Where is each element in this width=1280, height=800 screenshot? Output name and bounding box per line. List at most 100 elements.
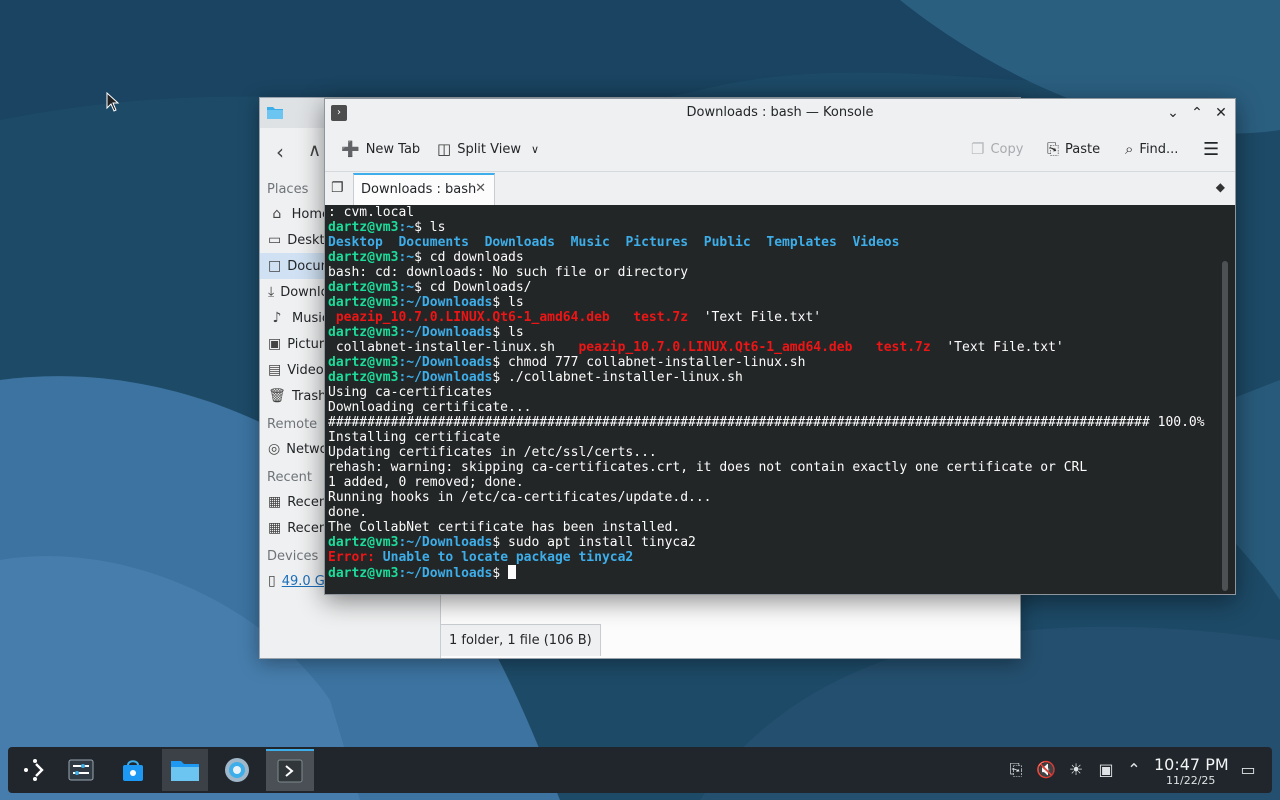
terminal-line: rehash: warning: skipping ca-certificate…: [328, 460, 1088, 475]
terminal-line: collabnet-installer-linux.sh peazip_10.7…: [335, 340, 1064, 355]
folder-icon: [267, 107, 283, 119]
paste-button[interactable]: ⎘ Paste: [1047, 136, 1100, 162]
back-arrow-icon[interactable]: ‹: [276, 140, 284, 164]
terminal-line: peazip_10.7.0.LINUX.Qt6-1_amd64.deb test…: [335, 310, 822, 325]
konsole-window[interactable]: › Downloads : bash — Konsole ⌄ ⌃ ✕ ➕ New …: [324, 98, 1236, 595]
settings-task[interactable]: [214, 749, 260, 791]
window-title: Downloads : bash — Konsole: [686, 105, 874, 120]
split-view-button[interactable]: ◫ Split View ∨: [437, 136, 539, 162]
terminal-line: Running hooks in /etc/ca-certificates/up…: [328, 490, 712, 505]
copy-button[interactable]: ❐ Copy: [971, 136, 1023, 162]
terminal-line: : cvm.local: [328, 205, 415, 220]
find-label: Find...: [1139, 141, 1179, 157]
places-item-videos[interactable]: ▤ Videos: [260, 357, 330, 383]
network-icon[interactable]: ▣: [1096, 760, 1116, 780]
new-tab-button[interactable]: ➕ New Tab: [341, 136, 420, 162]
places-item-pictures[interactable]: ▣Pictures: [260, 331, 330, 357]
volume-muted-icon[interactable]: 🔇: [1036, 760, 1056, 780]
maximize-button[interactable]: ⌃: [1187, 103, 1207, 123]
terminal-line: dartz@vm3:~/Downloads$ ls: [328, 295, 524, 310]
terminal-line: Error: Unable to locate package tinyca2: [328, 550, 634, 565]
hamburger-menu-icon: ☰: [1203, 138, 1220, 160]
places-item-network[interactable]: ◎Network: [260, 436, 330, 462]
terminal-line: ########################################…: [328, 415, 1205, 430]
recent-locations-icon: ▦: [268, 520, 282, 536]
places-item-label: 49.0 GiB Internal Drive: [281, 573, 330, 589]
terminal-line: dartz@vm3:~/Downloads$ ls: [328, 325, 524, 340]
terminal-prompt-line[interactable]: dartz@vm3:~/Downloads$: [328, 565, 1235, 581]
tab-downloads-bash[interactable]: Downloads : bash ✕: [353, 173, 495, 205]
terminal-line: The CollabNet certificate has been insta…: [328, 520, 681, 535]
places-item-documents[interactable]: □Documents: [260, 253, 330, 279]
chevron-down-icon: ∨: [531, 142, 540, 156]
up-arrow-icon[interactable]: ∧: [308, 140, 321, 161]
places-item-internal-drive[interactable]: ▯ 49.0 GiB Internal Drive: [260, 568, 330, 594]
split-view-icon: ◫: [437, 140, 452, 158]
new-tab-label: New Tab: [365, 141, 421, 157]
show-desktop-icon[interactable]: ▭: [1238, 760, 1258, 780]
close-button[interactable]: ✕: [1211, 103, 1231, 123]
mouse-pointer-icon: [106, 92, 120, 112]
terminal-line: Downloading certificate...: [328, 400, 532, 415]
discover-store-icon: [123, 760, 143, 781]
places-item-music[interactable]: ♪ Music: [260, 305, 330, 331]
remote-heading: Remote: [267, 417, 318, 432]
brightness-icon[interactable]: ☀: [1066, 760, 1086, 780]
pictures-icon: ▣: [268, 336, 282, 352]
places-item-recent-files[interactable]: ▦Recent Files: [260, 489, 330, 515]
split-view-label: Split View: [457, 141, 521, 157]
places-item-label: Downloads: [280, 284, 330, 300]
find-button[interactable]: ⌕ Find...: [1125, 136, 1178, 162]
terminal-line: Installing certificate: [328, 430, 501, 445]
terminal-line: dartz@vm3:~/Downloads$ sudo apt install …: [328, 535, 696, 550]
terminal-line: dartz@vm3:~$ cd downloads: [328, 250, 524, 265]
places-item-downloads[interactable]: ⤓ Downloads: [260, 279, 330, 305]
konsole-terminal-icon: [277, 759, 303, 783]
show-hidden-icon[interactable]: ⌃: [1124, 760, 1144, 780]
minimize-button[interactable]: ⌄: [1163, 103, 1183, 123]
discover-store-task[interactable]: [110, 749, 156, 791]
network-icon: ◎: [268, 441, 281, 457]
places-item-home[interactable]: ⌂ Home: [260, 201, 330, 227]
videos-icon: ▤: [268, 362, 282, 378]
tab-label: Downloads : bash: [361, 182, 477, 197]
dolphin-file-manager-icon: [171, 761, 199, 781]
konsole-task[interactable]: [266, 749, 314, 791]
taskbar: ⎘ 🔇 ☀ ▣ ⌃ 10:47 PM 11/22/25 ▭: [8, 747, 1272, 793]
clock-time[interactable]: 10:47 PM: [1154, 755, 1229, 774]
paste-label: Paste: [1065, 141, 1101, 157]
places-item-recent-locations[interactable]: ▦Recent Locations: [260, 515, 330, 541]
recent-files-icon: ▦: [268, 494, 282, 510]
paste-icon: ⎘: [1047, 140, 1060, 158]
system-settings-task[interactable]: [58, 749, 104, 791]
konsole-titlebar[interactable]: › Downloads : bash — Konsole ⌄ ⌃ ✕: [325, 99, 1235, 127]
places-item-trash[interactable]: 🗑 Trash: [260, 383, 330, 409]
trash-icon: 🗑: [268, 388, 286, 404]
konsole-tabbar: ❐ Downloads : bash ✕ ◆: [325, 171, 1235, 205]
close-tab-icon[interactable]: ✕: [475, 181, 486, 196]
text-cursor: [508, 565, 517, 579]
terminal-line: Updating certificates in /etc/ssl/certs.…: [328, 445, 657, 460]
places-panel: Places ⌂Home ▭Desktop □Documents ⤓ Downlo…: [260, 174, 330, 658]
places-item-label: Trash: [292, 388, 327, 404]
terminal-scrollbar[interactable]: [1222, 261, 1228, 591]
home-icon: ⌂: [272, 206, 282, 222]
devices-heading: Devices: [267, 549, 319, 564]
places-item-desktop[interactable]: ▭Desktop: [260, 227, 330, 253]
terminal-line: dartz@vm3:~/Downloads$ chmod 777 collabn…: [328, 355, 806, 370]
terminal-line: dartz@vm3:~$ cd Downloads/: [328, 280, 532, 295]
tab-list-icon[interactable]: ◆: [1216, 180, 1225, 194]
terminal-line: Desktop Documents Downloads Music Pictur…: [328, 235, 900, 250]
dolphin-task[interactable]: [162, 749, 208, 791]
search-icon: ⌕: [1125, 140, 1134, 158]
recent-heading: Recent: [267, 470, 312, 485]
clipboard-icon[interactable]: ⎘: [1006, 760, 1026, 780]
hamburger-menu-button[interactable]: ☰: [1203, 136, 1219, 162]
terminal-output[interactable]: : cvm.local dartz@vm3:~$ ls Desktop Docu…: [325, 205, 1235, 594]
terminal-line: done.: [328, 505, 368, 520]
application-launcher-button[interactable]: [12, 749, 58, 791]
konsole-toolbar: ➕ New Tab ◫ Split View ∨ ❐ Copy ⎘ Paste ⌕ Fin…: [325, 127, 1235, 171]
clock-date[interactable]: 11/22/25: [1166, 774, 1215, 787]
terminal-line: Using ca-certificates: [328, 385, 493, 400]
new-tab-small-icon[interactable]: ❐: [331, 180, 344, 196]
